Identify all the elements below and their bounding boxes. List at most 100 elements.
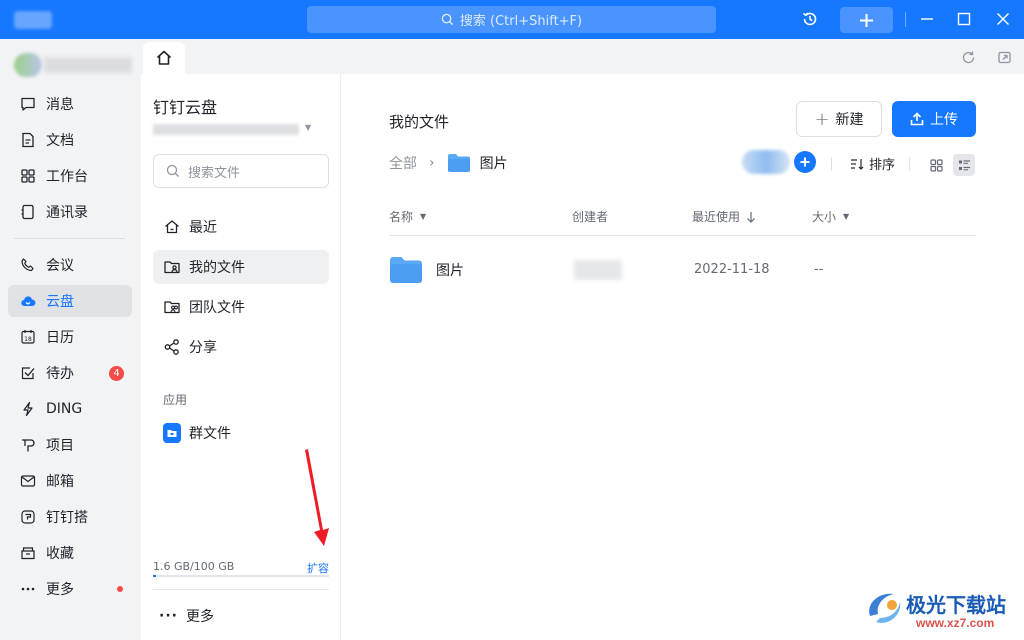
column-header-size[interactable]: 大小 ▼ [812,208,849,225]
column-header-name[interactable]: 名称 ▼ [389,208,426,225]
nav-item-more[interactable]: 更多 [8,573,132,605]
toolbar-divider [831,157,832,171]
more-dots-icon: ··· [159,608,178,624]
create-plus-button[interactable] [840,7,893,33]
calendar-icon: 18 [20,329,36,345]
nav-item-label: 消息 [46,97,74,113]
nav-item-dingda[interactable]: 钉钉搭 [8,501,132,533]
upload-button-label: 上传 [930,112,958,128]
breadcrumb-current: 图片 [447,153,508,173]
cloud-drive-panel: 钉钉云盘 ▼ 搜索文件 最近 我的文件 团队文件 分享 应用 群文件 1.6 G… [141,74,341,640]
left-nav: 消息 文档 工作台 通讯录 会议 云盘 18 日历 待办 4 DING 项目 邮… [0,39,141,640]
watermark-text: 极光下载站 [906,593,1006,617]
nav-item-workbench[interactable]: 工作台 [8,160,132,192]
add-collaborator-button[interactable] [794,151,816,173]
share-icon [163,338,181,356]
nav-item-label: 收藏 [46,546,74,562]
toolbar-divider [909,157,910,171]
refresh-icon[interactable] [960,49,976,65]
nav-item-label: 待办 [46,366,74,382]
favorite-box-icon [20,545,36,561]
column-header-label: 创建者 [572,210,609,224]
panel-item-label: 最近 [189,220,217,236]
nav-item-project[interactable]: 项目 [8,429,132,461]
list-view-button[interactable] [953,154,975,176]
my-folder-icon [163,258,181,276]
panel-item-label: 团队文件 [189,300,245,316]
column-header-label: 最近使用 [692,210,741,224]
chat-bubble-icon [20,96,36,112]
maximize-icon[interactable] [953,8,975,30]
file-name-cell: 图片 [389,256,464,284]
breadcrumb-root[interactable]: 全部 [389,153,417,173]
sort-label: 排序 [869,158,896,173]
creator-blurred [574,260,622,280]
nav-item-label: 钉钉搭 [46,510,88,526]
nav-item-cloud-drive[interactable]: 云盘 [8,285,132,317]
file-table-header: 名称 ▼ 创建者 最近使用 大小 ▼ [389,206,976,236]
panel-item-share[interactable]: 分享 [153,330,329,364]
open-window-icon[interactable] [996,49,1012,65]
plus-icon [860,13,873,27]
home-icon [156,50,172,65]
nav-item-mail[interactable]: 邮箱 [8,465,132,497]
org-name-blurred[interactable] [153,124,299,135]
panel-item-label: 分享 [189,340,217,356]
notification-dot [117,586,123,592]
nav-item-label: 云盘 [46,294,74,310]
tab-home[interactable] [143,42,185,74]
column-header-last-used[interactable]: 最近使用 [692,208,756,225]
main-content: 我的文件 + 新建 上传 全部 › 图片 排序 名称 ▼ 创建者 最近使用 大小… [342,74,1024,640]
panel-item-recent[interactable]: 最近 [153,210,329,244]
nav-item-todo[interactable]: 待办 4 [8,357,132,389]
grid-view-button[interactable] [925,154,947,176]
nav-item-meeting[interactable]: 会议 [8,249,132,281]
nav-item-docs[interactable]: 文档 [8,124,132,156]
tab-strip [141,39,1024,74]
nav-item-label: 更多 [46,582,74,598]
table-row[interactable]: 图片 2022-11-18 -- [389,248,976,292]
storage-progress-bar [153,575,329,577]
panel-item-group-files[interactable]: 群文件 [153,416,329,450]
caret-down-icon: ▼ [420,212,427,221]
profile[interactable] [14,53,134,77]
project-icon [20,437,36,453]
contacts-icon [20,204,36,220]
apps-section-label: 应用 [163,393,188,407]
panel-item-team-files[interactable]: 团队文件 [153,290,329,324]
todo-check-icon [20,365,36,381]
search-icon [441,13,453,26]
column-header-creator: 创建者 [572,208,608,225]
new-button[interactable]: + 新建 [796,101,882,137]
storage-text: 1.6 GB/100 GB [153,560,235,573]
close-icon[interactable] [992,8,1014,30]
sort-button[interactable]: 排序 [850,154,895,173]
nav-item-messages[interactable]: 消息 [8,88,132,120]
panel-more-button[interactable]: ··· 更多 [159,606,214,626]
arrow-down-icon [747,211,755,223]
new-button-label: 新建 [835,112,864,128]
global-search-bar[interactable]: 搜索 (Ctrl+Shift+F) [307,6,716,33]
home-icon [163,218,181,236]
breadcrumb: 全部 › 图片 [389,152,508,174]
title-bar: 搜索 (Ctrl+Shift+F) [0,0,1024,39]
collaborator-avatars[interactable] [742,150,790,174]
panel-item-my-files[interactable]: 我的文件 [153,250,329,284]
watermark-url: www.xz7.com [916,616,995,630]
list-view-icon [958,159,970,170]
app-logo [14,11,52,29]
nav-item-contacts[interactable]: 通讯录 [8,196,132,228]
nav-item-favorites[interactable]: 收藏 [8,537,132,569]
file-last-used: 2022-11-18 [694,262,770,277]
watermark-swirl-icon [869,593,901,623]
watermark-logo: 极光下载站 www.xz7.com [862,582,1022,634]
cloud-icon [20,293,36,309]
expand-storage-link[interactable]: 扩容 [307,560,329,576]
history-icon[interactable] [799,8,821,30]
nav-item-calendar[interactable]: 18 日历 [8,321,132,353]
nav-item-ding[interactable]: DING [8,393,132,425]
minimize-icon[interactable] [916,8,938,30]
upload-button[interactable]: 上传 [892,101,976,137]
file-search-input[interactable]: 搜索文件 [153,154,329,188]
caret-down-icon[interactable]: ▼ [305,123,311,132]
